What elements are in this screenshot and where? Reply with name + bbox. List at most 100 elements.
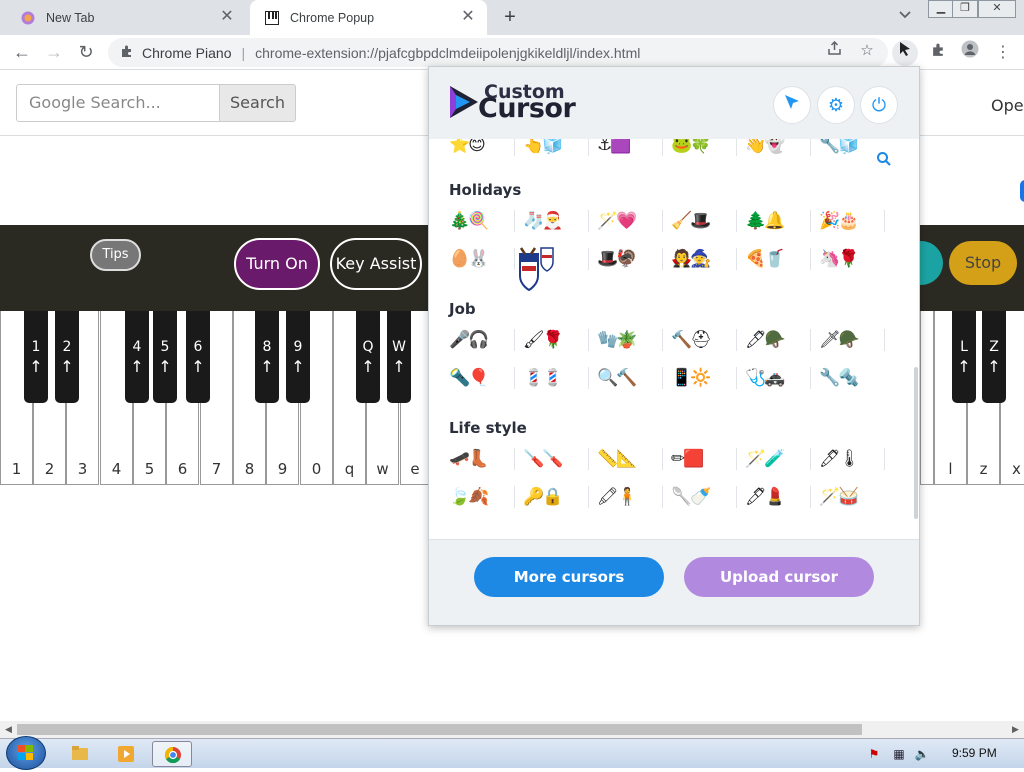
horizontal-scrollbar[interactable]: ◀ ▶	[0, 721, 1024, 738]
taskbar-clock[interactable]: 9:59 PM	[952, 746, 997, 760]
cursor-item[interactable]: 🎉🎂	[819, 207, 885, 235]
cursor-item[interactable]: 👆🧊	[523, 139, 589, 159]
settings-gear-icon[interactable]: ⚙	[817, 86, 855, 124]
cursor-item[interactable]: 🔍🔨	[597, 364, 663, 392]
close-tab-icon[interactable]: ✕	[218, 8, 236, 26]
cursor-item[interactable]: 🥄🍼	[671, 483, 737, 511]
share-icon[interactable]	[824, 40, 844, 61]
cursor-item[interactable]: 🔨⛑	[671, 326, 737, 354]
black-key[interactable]: 1 ↑	[24, 311, 48, 403]
extensions-puzzle-icon[interactable]	[925, 40, 951, 66]
black-key[interactable]: 4 ↑	[125, 311, 149, 403]
cursor-item[interactable]: 🖊🪖	[745, 326, 811, 354]
open-link[interactable]: Ope	[991, 96, 1024, 115]
cursor-item[interactable]: 🔧🔩	[819, 364, 871, 392]
black-key[interactable]: L ↑	[952, 311, 976, 403]
cursor-collection-list[interactable]: ⭐😊 👆🧊 ⚓🟪 🐸🍀 👋👻 🔧🧊 Holidays 🎄🍭 🧦🎅 🪄💗 🧹🎩 🌲…	[429, 139, 919, 539]
tab-new-tab[interactable]: New Tab ✕	[6, 0, 246, 35]
tab-search-chevron-icon[interactable]	[896, 8, 914, 26]
back-button[interactable]: ←	[10, 41, 34, 63]
black-key[interactable]: Z ↑	[982, 311, 1006, 403]
search-icon[interactable]	[876, 151, 894, 169]
cursor-mode-button[interactable]	[773, 86, 811, 124]
black-key[interactable]: 8 ↑	[255, 311, 279, 403]
cursor-item[interactable]: 👋👻	[745, 139, 811, 159]
file-explorer-icon[interactable]	[60, 741, 100, 767]
cursor-item[interactable]: ⭐😊	[449, 139, 515, 159]
popup-scrollbar[interactable]	[914, 367, 918, 519]
more-cursors-button[interactable]: More cursors	[474, 557, 664, 597]
black-key[interactable]: 2 ↑	[55, 311, 79, 403]
restore-button[interactable]: ❐	[952, 0, 978, 18]
forward-button[interactable]: →	[42, 41, 66, 63]
cursor-item[interactable]: 🧹🎩	[671, 207, 737, 235]
cursor-item[interactable]: 🖌🌹	[523, 326, 589, 354]
scroll-right-icon[interactable]: ▶	[1007, 721, 1024, 738]
labor-day-shield-icon[interactable]	[517, 246, 555, 298]
white-key[interactable]	[920, 311, 934, 485]
turn-on-button[interactable]: Turn On	[234, 238, 320, 290]
key-assist-button[interactable]: Key Assist	[330, 238, 422, 290]
black-key[interactable]: 5 ↑	[153, 311, 177, 403]
volume-icon[interactable]: 🔈	[914, 746, 930, 762]
media-player-icon[interactable]	[106, 741, 146, 767]
minimize-button[interactable]: ▁	[928, 0, 954, 18]
black-key[interactable]: Q ↑	[356, 311, 380, 403]
cursor-item[interactable]: 🔑🔒	[523, 483, 589, 511]
google-search-input[interactable]: Google Search...	[16, 84, 220, 122]
upload-cursor-button[interactable]: Upload cursor	[684, 557, 874, 597]
cursor-item[interactable]: ✏🟥	[671, 445, 737, 473]
cursor-item[interactable]: 🍃🍂	[449, 483, 515, 511]
cursor-item[interactable]: 🔦🎈	[449, 364, 515, 392]
profile-avatar-icon[interactable]	[957, 40, 983, 66]
black-key[interactable]: W ↑	[387, 311, 411, 403]
cursor-item[interactable]: 🌲🔔	[745, 207, 811, 235]
cursor-item[interactable]: 🍕🥤	[745, 245, 811, 273]
cursor-item[interactable]: 🪛🪛	[523, 445, 589, 473]
cursor-item[interactable]: 📏📐	[597, 445, 663, 473]
cursor-item[interactable]: 📱🔆	[671, 364, 737, 392]
black-key[interactable]: 9 ↑	[286, 311, 310, 403]
reload-button[interactable]: ↻	[74, 41, 98, 63]
cursor-item[interactable]: 🪄🥁	[819, 483, 871, 511]
scroll-left-icon[interactable]: ◀	[0, 721, 17, 738]
new-tab-button[interactable]: +	[499, 6, 521, 28]
window-close-button[interactable]: ✕	[978, 0, 1016, 18]
network-icon[interactable]: ▦	[891, 746, 907, 762]
action-center-icon[interactable]: ⚑	[866, 746, 882, 762]
scrollbar-thumb[interactable]	[17, 724, 862, 735]
menu-kebab-icon[interactable]: ⋮	[990, 40, 1016, 66]
cursor-item[interactable]: 🛹👢	[449, 445, 515, 473]
cursor-item[interactable]: 🦄🌹	[819, 245, 871, 273]
cursor-item[interactable]: 🔧🧊	[819, 139, 871, 159]
cursor-item[interactable]: 🪄🧪	[745, 445, 811, 473]
search-button[interactable]: Search	[219, 84, 296, 122]
cursor-item[interactable]: 🐸🍀	[671, 139, 737, 159]
custom-cursor-extension-icon[interactable]	[892, 40, 918, 66]
cursor-item[interactable]: 🥚🐰	[449, 245, 515, 273]
bookmark-star-icon[interactable]: ☆	[857, 41, 877, 61]
chrome-taskbar-icon[interactable]	[152, 741, 192, 767]
cursor-item[interactable]: 🩺🚓	[745, 364, 811, 392]
tab-chrome-popup[interactable]: Chrome Popup ✕	[250, 0, 487, 35]
address-bar[interactable]: Chrome Piano | chrome-extension://pjafcg…	[108, 38, 888, 67]
cursor-item[interactable]: 🖍🧍	[597, 483, 663, 511]
cursor-item[interactable]: 🎄🍭	[449, 207, 515, 235]
cursor-item[interactable]: 🧦🎅	[523, 207, 589, 235]
power-icon[interactable]: ⏻	[860, 86, 898, 124]
cursor-item[interactable]: 🎩🦃	[597, 245, 663, 273]
cursor-item[interactable]: 💈💈	[523, 364, 589, 392]
cursor-item[interactable]: 🎤🎧	[449, 326, 515, 354]
cursor-item[interactable]: 🧛🧙	[671, 245, 737, 273]
cursor-item[interactable]: 🧤🪴	[597, 326, 663, 354]
cursor-item[interactable]: 🖊🌡	[819, 445, 885, 473]
black-key[interactable]: 6 ↑	[186, 311, 210, 403]
tips-button[interactable]: Tips	[90, 239, 141, 271]
close-tab-icon[interactable]: ✕	[459, 8, 477, 26]
stop-button[interactable]: Stop	[949, 241, 1017, 285]
start-button[interactable]	[6, 736, 46, 770]
cursor-item[interactable]: ⚓🟪	[597, 139, 663, 159]
cursor-item[interactable]: 🗡🪖	[819, 326, 885, 354]
cursor-item[interactable]: 🖊💄	[745, 483, 811, 511]
cursor-item[interactable]: 🪄💗	[597, 207, 663, 235]
